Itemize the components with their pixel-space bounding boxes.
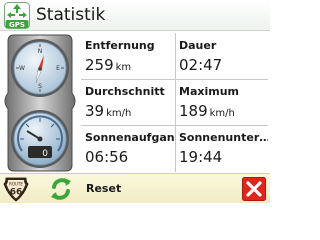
stat-max-speed-value: 189 km/h (179, 102, 235, 120)
compass-south-label: S (38, 83, 42, 90)
footer-toolbar: ROUTE 66 Reset (0, 173, 270, 203)
stat-sunrise-value: 06:56 (85, 148, 129, 166)
page-title: Statistik (36, 5, 106, 25)
gps-app-icon: GPS (4, 2, 30, 29)
compass-west-label: W (19, 65, 25, 72)
stat-average-speed: Durchschnitt 39 km/h (81, 79, 175, 125)
statistics-screen: GPS Statistik N S W E 0 Entfernung 259 k… (0, 0, 270, 203)
stat-sunrise: Sonnenaufgang 06:56 (81, 125, 175, 172)
odometer-value: 0 (42, 149, 48, 159)
stat-sunset-label: Sonnenunter… (179, 131, 268, 144)
stat-average-speed-unit: km/h (106, 108, 132, 119)
reset-button[interactable]: Reset (48, 176, 128, 202)
stat-distance: Entfernung 259 km (81, 33, 175, 79)
compass-gauge: N S W E (11, 39, 69, 97)
route-66-icon[interactable]: ROUTE 66 (3, 176, 29, 202)
stat-distance-unit: km (115, 62, 132, 73)
compass-north-label: N (38, 48, 43, 55)
stat-average-speed-label: Durchschnitt (85, 85, 165, 98)
stat-duration-value: 02:47 (179, 56, 223, 74)
odometer-display (28, 146, 52, 158)
instrument-panel: N S W E 0 (0, 33, 80, 172)
stat-max-speed-unit: km/h (209, 108, 235, 119)
stat-duration-label: Dauer (179, 39, 217, 52)
stat-max-speed: Maximum 189 km/h (175, 79, 268, 125)
close-icon[interactable] (242, 177, 266, 201)
reset-label: Reset (86, 182, 122, 195)
route-sign-number: 66 (10, 188, 23, 198)
stat-average-speed-value: 39 km/h (85, 102, 132, 120)
stat-duration: Dauer 02:47 (175, 33, 268, 79)
route-sign-top: ROUTE (9, 182, 23, 187)
stat-distance-label: Entfernung (85, 39, 155, 52)
compass-east-label: E (56, 65, 60, 72)
stat-max-speed-label: Maximum (179, 85, 239, 98)
speedometer-gauge: 0 (11, 110, 69, 168)
stat-sunset-value: 19:44 (179, 148, 223, 166)
header-bar: GPS Statistik (0, 0, 270, 31)
statistics-grid: Entfernung 259 km Dauer 02:47 Durchschnit… (81, 33, 268, 172)
stat-sunrise-label: Sonnenaufgang (85, 131, 175, 144)
gps-icon-label: GPS (9, 21, 25, 29)
stat-distance-value: 259 km (85, 56, 132, 74)
stat-sunset: Sonnenunter… 19:44 (175, 125, 268, 172)
refresh-icon (51, 178, 71, 200)
